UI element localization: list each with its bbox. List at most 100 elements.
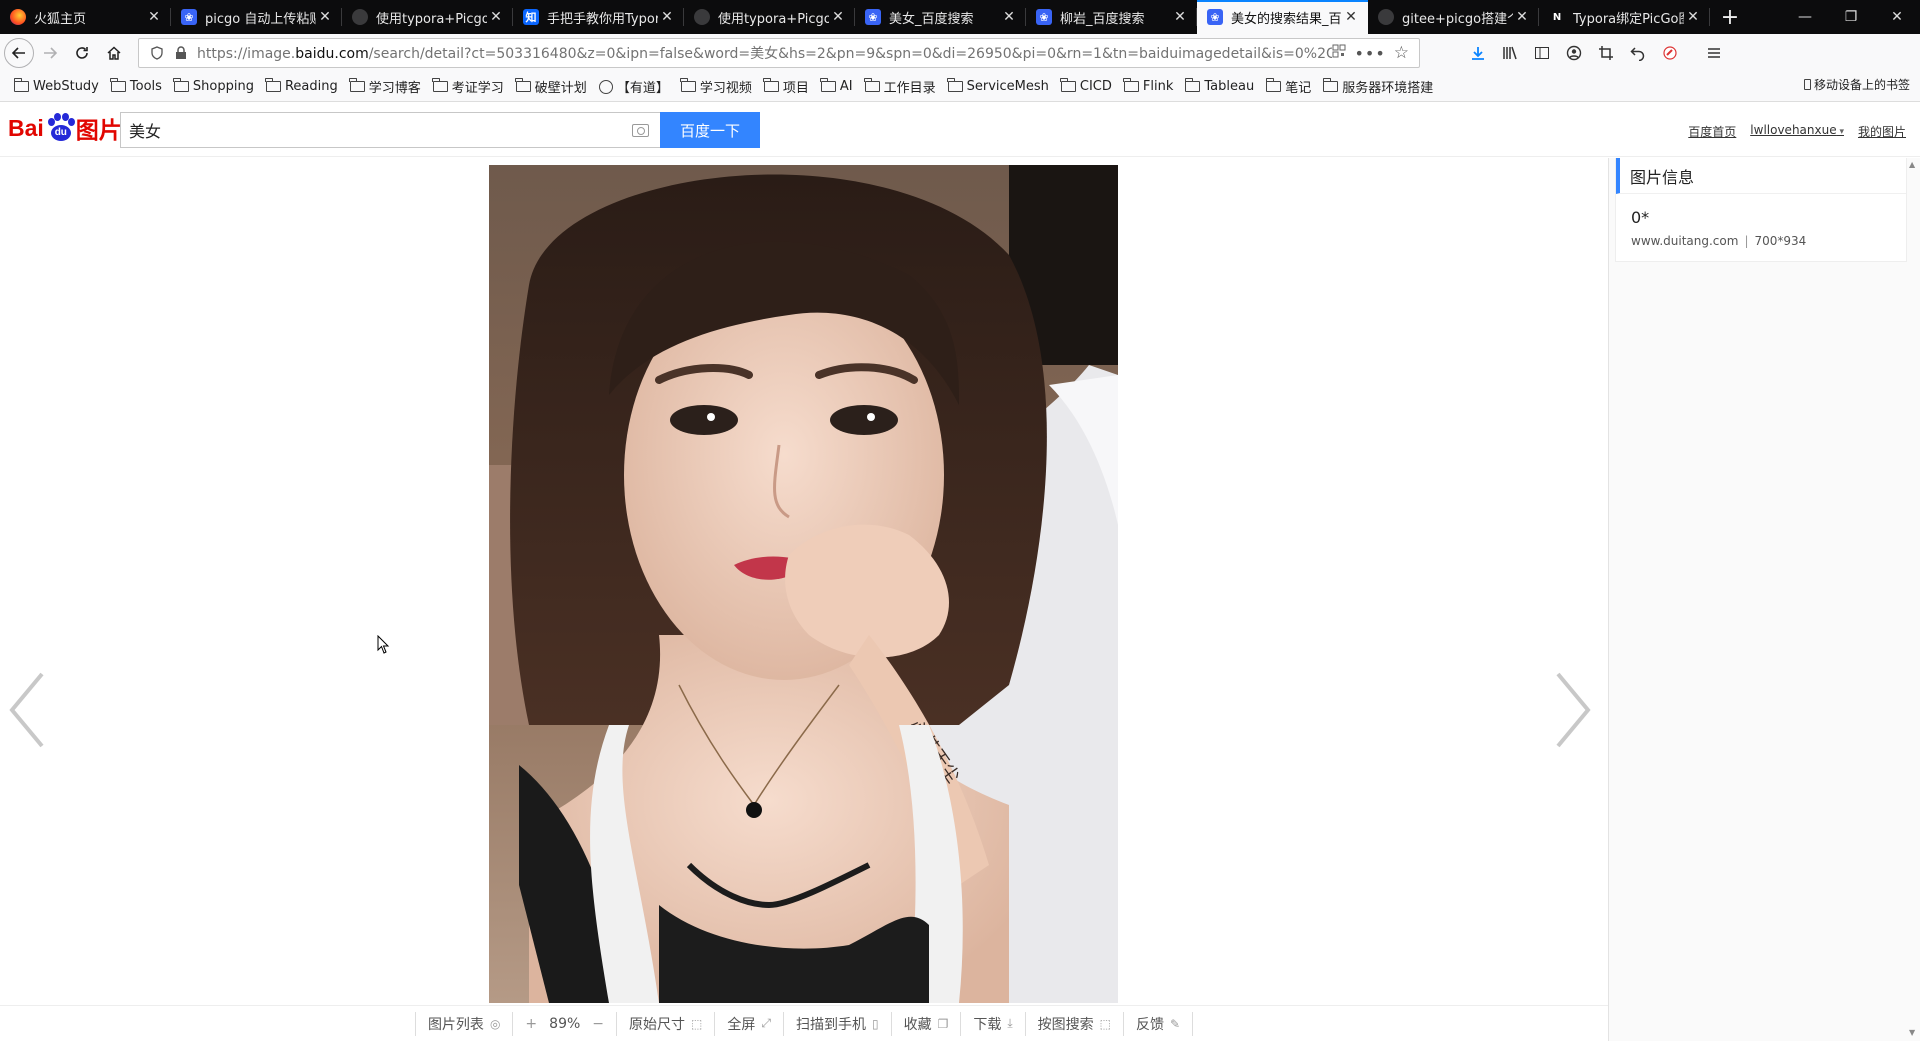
zoom-out-button[interactable]: − [592,1016,604,1032]
close-window-icon[interactable]: ✕ [1874,0,1920,34]
bookmark-item[interactable]: 工作目录 [859,75,942,99]
browser-tab[interactable]: 使用typora+Picgo ✕ [684,0,855,34]
bookmark-label: WebStudy [33,79,99,94]
image-source-link[interactable]: www.duitang.com [1631,234,1738,248]
fullscreen-button[interactable]: 全屏 ⤢ [715,1011,784,1036]
zoom-in-button[interactable]: + [525,1016,537,1032]
bookmark-item[interactable]: CICD [1055,75,1118,99]
baidu-home-link[interactable]: 百度首页 [1688,123,1736,140]
lock-icon[interactable] [169,46,193,60]
bookmark-item[interactable]: 笔记 [1260,75,1317,99]
browser-tab[interactable]: ❀ picgo 自动上传粘贴 ✕ [171,0,342,34]
browser-tab[interactable]: ❀ 柳岩_百度搜索 ✕ [1026,0,1197,34]
account-icon[interactable] [1558,37,1590,69]
image-title[interactable]: 0* [1631,208,1649,227]
feedback-button[interactable]: 反馈 ✎ [1124,1011,1194,1036]
browser-tab[interactable]: N Typora绑定PicGo图 ✕ [1539,0,1710,34]
close-tab-icon[interactable]: ✕ [487,9,505,25]
download-button[interactable]: 下载 ⤓ [961,1011,1026,1036]
tab-title: 美女_百度搜索 [889,11,974,27]
scroll-down-arrow-icon[interactable]: ▼ [1909,1028,1915,1037]
reload-button[interactable] [66,37,98,69]
close-tab-icon[interactable]: ✕ [1684,9,1702,25]
downloads-icon[interactable] [1462,37,1494,69]
my-images-link[interactable]: 我的图片 [1858,123,1906,140]
bookmark-item[interactable]: 破壁计划 [510,75,593,99]
close-tab-icon[interactable]: ✕ [1342,9,1360,25]
bookmark-item[interactable]: 学习博客 [344,75,427,99]
browser-tab[interactable]: 使用typora+Picgo ✕ [342,0,513,34]
tracking-shield-icon[interactable] [145,46,169,60]
bookmark-label: 笔记 [1285,81,1312,96]
close-tab-icon[interactable]: ✕ [829,9,847,25]
search-button[interactable]: 百度一下 [660,112,760,148]
close-tab-icon[interactable]: ✕ [1171,9,1189,25]
tab-title: 使用typora+Picgo [376,11,487,27]
logo-du-text: du [50,125,71,141]
image-list-button[interactable]: 图片列表 ◎ [416,1011,514,1036]
bookmark-star-icon[interactable]: ☆ [1394,43,1409,63]
close-tab-icon[interactable]: ✕ [1513,9,1531,25]
bookmark-item[interactable]: 学习视频 [675,75,758,99]
bookmark-item[interactable]: 服务器环境搭建 [1317,75,1439,99]
bookmark-item[interactable]: WebStudy [8,75,105,99]
page-actions-icon[interactable]: ••• [1354,44,1385,63]
bookmark-item[interactable]: 【有道】 [593,75,675,99]
close-tab-icon[interactable]: ✕ [145,9,163,25]
folder-icon [763,78,779,92]
bookmark-item[interactable]: Tools [105,75,168,99]
sidebar-toggle-icon[interactable] [1526,37,1558,69]
user-menu-link[interactable]: lwllovehanxue ▾ [1750,123,1844,140]
bookmark-item[interactable]: AI [815,75,859,99]
qr-code-icon[interactable] [1332,44,1346,62]
search-by-image-button[interactable]: 按图搜索 ⬚ [1026,1011,1124,1036]
bookmark-item[interactable]: Tableau [1179,75,1260,99]
vertical-scrollbar[interactable]: ▲ ▼ [1906,158,1920,1041]
undo-icon[interactable] [1622,37,1654,69]
new-tab-button[interactable]: + [1710,0,1750,34]
photo-image[interactable]: 心若无尘 [489,165,1118,1003]
home-button[interactable] [98,37,130,69]
bookmark-label: ServiceMesh [966,79,1049,94]
browser-tab[interactable]: gitee+picgo搭建个 ✕ [1368,0,1539,34]
minimize-icon[interactable]: — [1782,0,1828,34]
baidu-image-logo[interactable]: Bai du 图片 [8,109,122,147]
next-image-arrow[interactable] [1548,668,1596,752]
bookmark-item[interactable]: ServiceMesh [942,75,1055,99]
original-size-button[interactable]: 原始尺寸 ⬚ [617,1011,716,1036]
close-tab-icon[interactable]: ✕ [1000,9,1018,25]
restore-icon[interactable]: ❐ [1828,0,1874,34]
bookmark-item[interactable]: Shopping [168,75,260,99]
bookmark-item[interactable]: Flink [1118,75,1179,99]
browser-tab[interactable]: 知手把手教你用Typora ✕ [513,0,684,34]
back-button[interactable] [4,38,34,68]
library-icon[interactable] [1494,37,1526,69]
screenshot-crop-icon[interactable] [1590,37,1622,69]
reload-icon [76,47,88,59]
url-text[interactable]: https://image.baidu.com/search/detail?ct… [193,43,1332,63]
previous-image-arrow[interactable] [4,668,52,752]
forward-button[interactable] [34,37,66,69]
tab-title: 使用typora+Picgo [718,11,829,27]
close-tab-icon[interactable]: ✕ [658,9,676,25]
bookmark-item[interactable]: 项目 [758,75,815,99]
tab-title: gitee+picgo搭建个 [1402,11,1513,27]
image-search-camera-button[interactable] [620,123,660,137]
bookmark-item[interactable]: 考证学习 [427,75,510,99]
browser-tab[interactable]: ❀ 美女的搜索结果_百度✕ [1197,0,1368,34]
bookmark-item[interactable]: Reading [260,75,344,99]
scan-to-phone-button[interactable]: 扫描到手机 ▯ [784,1011,892,1036]
mobile-bookmarks[interactable]: 移动设备上的书签 [1803,76,1910,93]
bookmark-label: 破壁计划 [534,81,587,96]
url-bar[interactable]: https://image.baidu.com/search/detail?ct… [138,38,1420,68]
collect-button[interactable]: 收藏 ❐ [892,1011,962,1036]
browser-tab[interactable]: 火狐主页 ✕ [0,0,171,34]
close-tab-icon[interactable]: ✕ [316,9,334,25]
extension-icon[interactable] [1654,37,1686,69]
feedback-label: 反馈 [1136,1016,1164,1033]
menu-hamburger-icon[interactable] [1698,37,1730,69]
search-input[interactable] [129,120,620,140]
browser-tab[interactable]: ❀ 美女_百度搜索 ✕ [855,0,1026,34]
scroll-up-arrow-icon[interactable]: ▲ [1909,160,1915,169]
tabs-container: 火狐主页 ✕ ❀ picgo 自动上传粘贴 ✕ 使用typora+Picgo ✕ 知手把手教你… [0,0,1710,34]
